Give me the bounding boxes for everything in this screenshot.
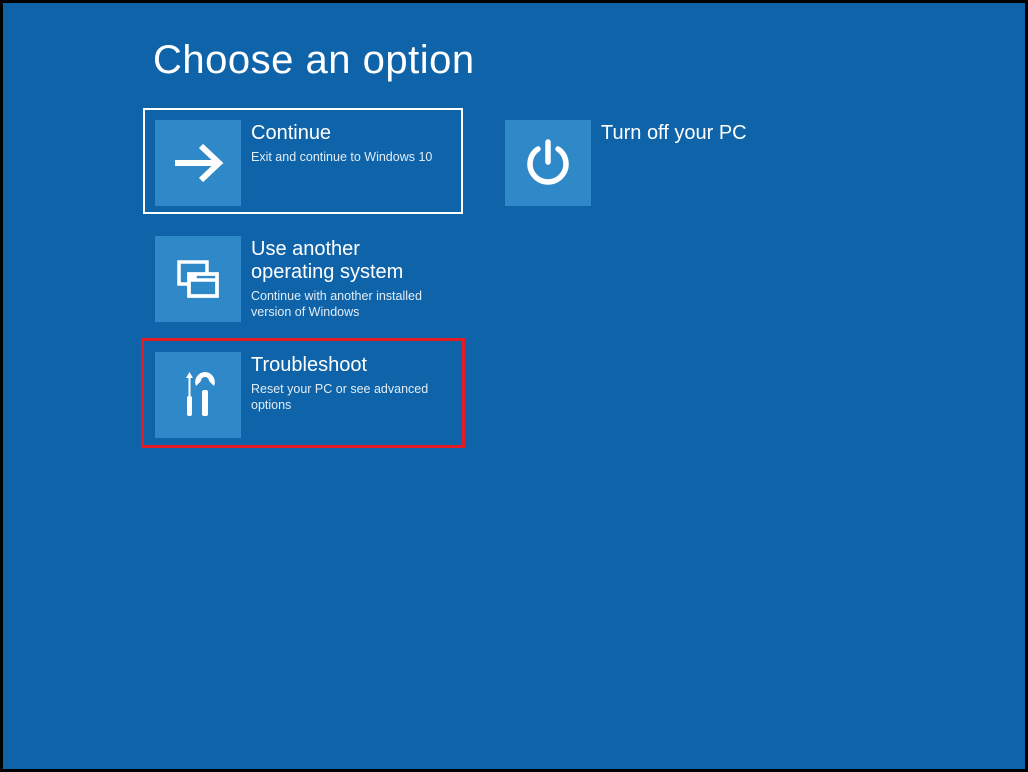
continue-heading: Continue bbox=[251, 122, 432, 145]
arrow-right-icon bbox=[155, 120, 241, 206]
turn-off-pc-tile[interactable]: Turn off your PC bbox=[493, 108, 813, 214]
continue-subtext: Exit and continue to Windows 10 bbox=[251, 149, 432, 165]
page-title: Choose an option bbox=[153, 38, 813, 83]
continue-tile[interactable]: Continue Exit and continue to Windows 10 bbox=[143, 108, 463, 214]
troubleshoot-subtext: Reset your PC or see advanced options bbox=[251, 381, 447, 414]
troubleshoot-heading: Troubleshoot bbox=[251, 354, 447, 377]
use-another-os-tile[interactable]: Use another operating system Continue wi… bbox=[143, 224, 463, 330]
power-icon bbox=[505, 120, 591, 206]
troubleshoot-tile[interactable]: Troubleshoot Reset your PC or see advanc… bbox=[143, 340, 463, 446]
tools-icon bbox=[155, 352, 241, 438]
use-another-os-heading: Use another operating system bbox=[251, 238, 447, 284]
turn-off-pc-heading: Turn off your PC bbox=[601, 122, 747, 145]
windows-stack-icon bbox=[155, 236, 241, 322]
use-another-os-subtext: Continue with another installed version … bbox=[251, 288, 447, 321]
